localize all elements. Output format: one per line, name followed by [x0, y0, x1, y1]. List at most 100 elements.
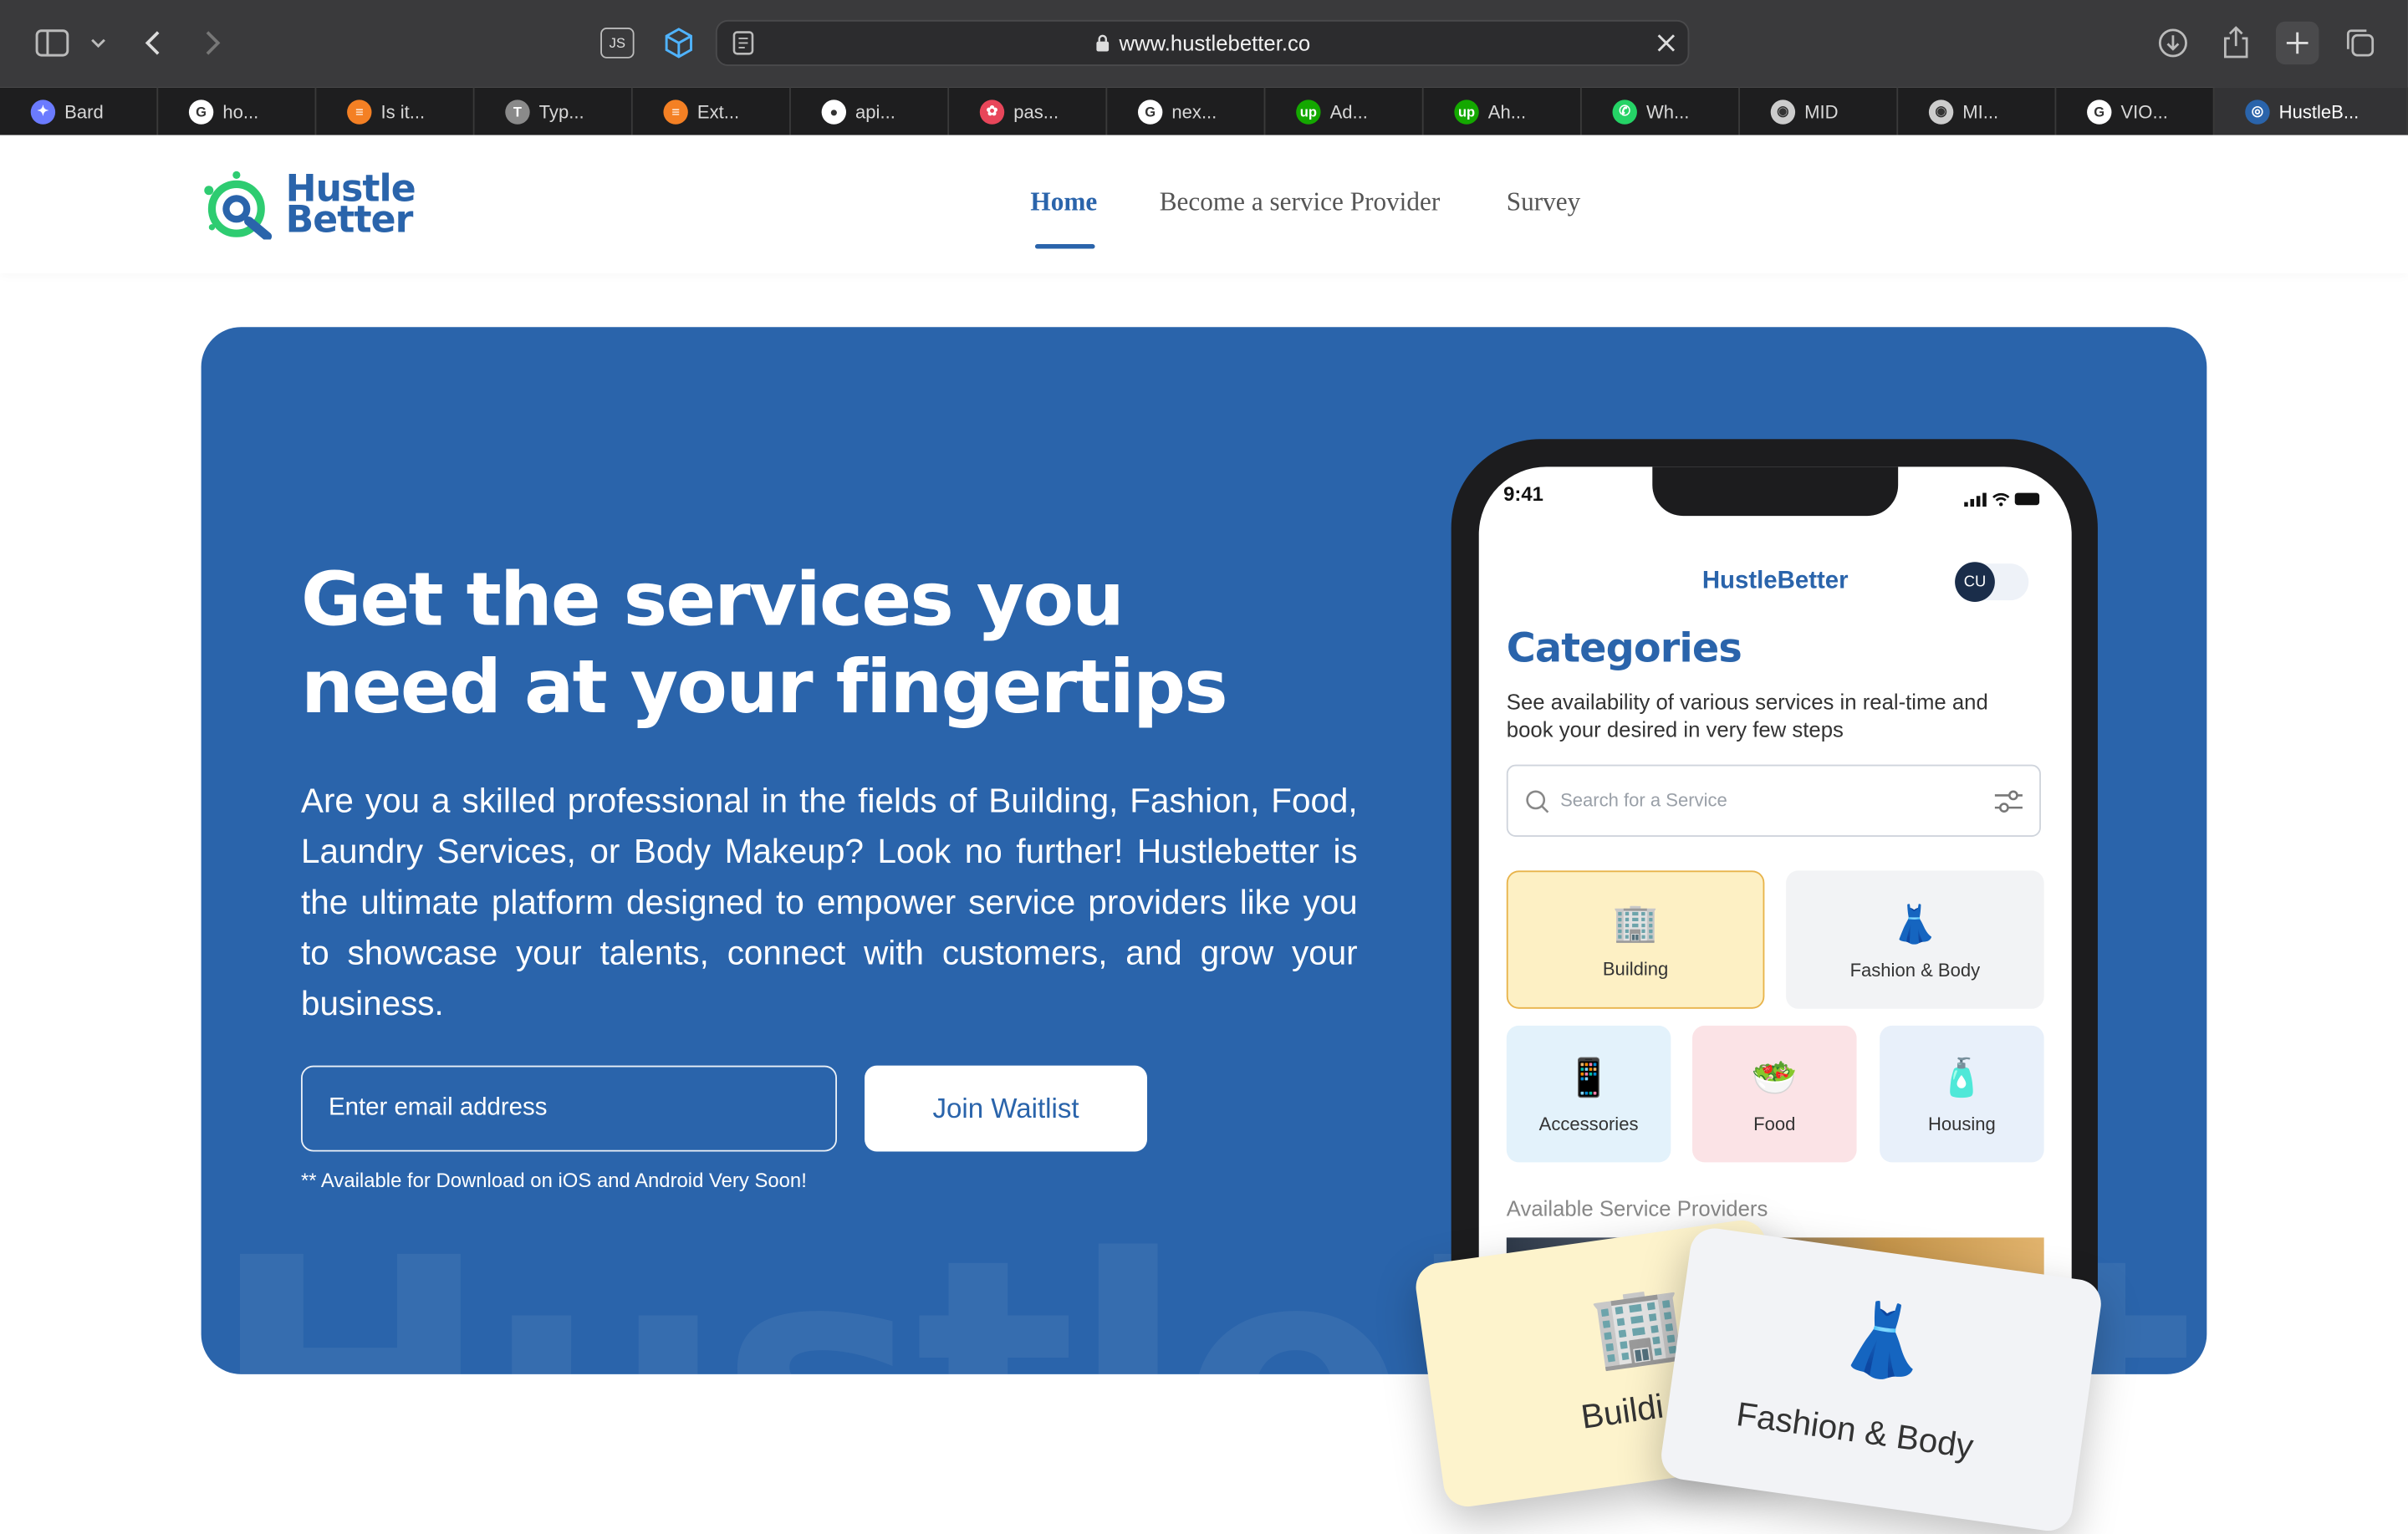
tab-label: MID [1804, 100, 1839, 123]
tab-label: HustleB... [2278, 100, 2360, 123]
status-icons [1964, 487, 2041, 514]
new-tab-icon[interactable] [2275, 21, 2319, 65]
floating-card-label: Fashion & Body [1734, 1394, 1976, 1466]
phone-notch [1652, 466, 1899, 517]
category-label: Fashion & Body [1849, 959, 1981, 981]
browser-toolbar: JS www.hustlebetter.co [0, 0, 2408, 88]
hero-title-line-1: Get the services you [300, 557, 1125, 644]
tab-label: Ad... [1329, 100, 1368, 123]
fashion-icon: 👗 [1891, 904, 1938, 946]
tab-favicon-icon: ◎ [2245, 99, 2270, 124]
close-icon[interactable] [1654, 31, 1678, 64]
phone-search-input[interactable]: Search for a Service [1506, 764, 2041, 838]
category-food[interactable]: 🥗 Food [1692, 1025, 1857, 1163]
browser-tab[interactable]: ≡ Ext... [633, 87, 791, 135]
tab-label: Typ... [538, 100, 584, 123]
chevron-down-icon[interactable] [77, 22, 120, 64]
tab-favicon-icon: ✦ [30, 99, 56, 124]
tab-label: Ah... [1487, 100, 1527, 123]
housing-icon: 🧴 [1938, 1057, 1985, 1100]
browser-tab[interactable]: up Ah... [1424, 87, 1582, 135]
tab-label: nex... [1171, 100, 1217, 123]
logo-icon [204, 171, 273, 240]
providers-heading: Available Service Providers [1506, 1195, 1768, 1221]
tab-label: Is it... [380, 100, 426, 123]
forward-icon[interactable] [191, 22, 233, 64]
tab-favicon-icon: ≡ [663, 99, 688, 124]
avatar[interactable]: CU [1955, 562, 1995, 602]
phone-categories-subtitle: See availability of various services in … [1506, 689, 1988, 742]
browser-tab[interactable]: T Typ... [475, 87, 633, 135]
browser-tab[interactable]: G VIO... [2056, 87, 2215, 135]
browser-tab[interactable]: Gho... [158, 87, 317, 135]
category-label: Food [1753, 1113, 1796, 1135]
hero-title-line-2: need at your fingertips [300, 645, 1228, 731]
sidebar-toggle-icon[interactable] [31, 22, 74, 64]
cube-extension-icon[interactable] [657, 22, 700, 64]
browser-tab[interactable]: ● api... [791, 87, 950, 135]
fashion-icon: 👗 [1835, 1294, 1934, 1387]
phone-device-icon: 📱 [1565, 1057, 1612, 1100]
hero-description: Are you a skilled professional in the fi… [300, 781, 1358, 1023]
search-icon [1525, 789, 1549, 822]
address-bar[interactable]: www.hustlebetter.co [715, 19, 1690, 66]
tab-favicon-icon: ✆ [1612, 99, 1637, 124]
tab-label: MI... [1962, 100, 1999, 123]
browser-tab[interactable]: ◉ MID [1740, 87, 1899, 135]
tab-favicon-icon: ◉ [1770, 99, 1796, 124]
share-icon[interactable] [2215, 22, 2258, 64]
browser-tab[interactable]: ≡ Is it... [316, 87, 475, 135]
tab-label: api... [855, 100, 895, 123]
browser-tab[interactable]: ◎ HustleB... [2214, 87, 2408, 135]
logo-line-2: Better [285, 197, 414, 242]
site-header: Hustle Better Home Become a service Prov… [0, 135, 2408, 273]
availability-note: ** Available for Download on iOS and And… [300, 1168, 807, 1192]
browser-tab[interactable]: up Ad... [1265, 87, 1424, 135]
tab-favicon-icon: ≡ [347, 99, 372, 124]
food-icon: 🥗 [1751, 1057, 1798, 1100]
tab-favicon-icon: G [1137, 99, 1163, 124]
category-label: Housing [1927, 1113, 1996, 1135]
tab-strip: ✦ Bard Gho... ≡ Is it... T Typ... ≡ Ext... ● api..… [0, 87, 2408, 135]
tab-label: pas... [1013, 100, 1059, 123]
phone-time: 9:41 [1503, 482, 1543, 506]
category-label: Building [1602, 958, 1669, 980]
search-placeholder: Search for a Service [1560, 789, 1727, 811]
download-icon[interactable] [2151, 22, 2194, 64]
browser-tab[interactable]: ✿ pas... [949, 87, 1108, 135]
browser-tab[interactable]: Gnex... [1107, 87, 1266, 135]
tab-overview-icon[interactable] [2339, 22, 2381, 64]
hustlebetter-logo[interactable]: Hustle Better [196, 169, 416, 242]
js-extension-icon[interactable]: JS [596, 22, 639, 64]
category-housing[interactable]: 🧴 Housing [1880, 1025, 2044, 1163]
nav-home[interactable]: Home [1030, 187, 1097, 218]
tab-label: ho... [222, 100, 259, 123]
tab-favicon-icon: T [505, 99, 530, 124]
building-icon: 🏢 [1612, 902, 1659, 945]
category-label: Accessories [1538, 1113, 1639, 1135]
tab-favicon-icon: up [1296, 99, 1321, 124]
tab-favicon-icon: up [1454, 99, 1479, 124]
tab-favicon-icon: G [2087, 99, 2112, 124]
tab-favicon-icon: ◉ [1928, 99, 1954, 124]
nav-survey[interactable]: Survey [1507, 187, 1580, 218]
tab-favicon-icon: ✿ [979, 99, 1005, 124]
js-badge-text: JS [600, 28, 635, 59]
back-icon[interactable] [132, 22, 175, 64]
nav-become-provider[interactable]: Become a service Provider [1160, 187, 1441, 218]
browser-tab[interactable]: ◉ MI... [1898, 87, 2057, 135]
email-input[interactable] [300, 1065, 838, 1152]
category-accessories[interactable]: 📱 Accessories [1506, 1025, 1671, 1163]
browser-tab[interactable]: ✆ Wh... [1582, 87, 1740, 135]
category-building[interactable]: 🏢 Building [1506, 870, 1765, 1009]
tab-favicon-icon: ● [821, 99, 847, 124]
phone-categories-title: Categories [1506, 626, 1742, 673]
join-waitlist-button[interactable]: Join Waitlist [865, 1065, 1148, 1152]
filter-icon[interactable] [1993, 787, 2024, 823]
browser-tab[interactable]: ✦ Bard [0, 87, 159, 135]
tab-favicon-icon: G [188, 99, 214, 124]
floating-card-label: Buildi [1579, 1386, 1666, 1436]
tab-label: Ext... [696, 100, 740, 123]
lock-icon [1094, 33, 1110, 57]
category-fashion-body[interactable]: 👗 Fashion & Body [1786, 870, 2044, 1009]
